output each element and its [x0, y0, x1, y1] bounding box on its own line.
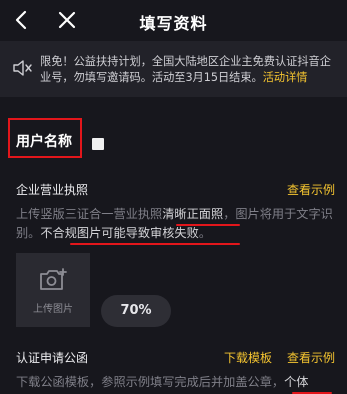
page-title: 填写资料	[139, 14, 208, 33]
letter-desc-highlight: 个体	[284, 375, 309, 389]
username-checkbox[interactable]	[92, 138, 104, 150]
notice-details-link[interactable]: 活动详情	[263, 71, 308, 84]
license-example-link[interactable]: 查看示例	[287, 181, 335, 198]
license-desc-text-end: 。	[198, 226, 211, 240]
upload-image-label: 上传图片	[33, 304, 73, 315]
letter-example-link[interactable]: 查看示例	[287, 349, 335, 366]
letter-desc-text: 下载公函模板，参照示例填写完成后并加盖公章，	[16, 375, 285, 389]
license-desc-text: 上传竖版三证合一营业执照	[16, 207, 163, 221]
add-photo-icon	[40, 268, 67, 290]
speaker-icon	[13, 60, 32, 76]
username-label: 用户名称	[16, 134, 72, 150]
upload-image-button[interactable]: 上传图片	[16, 253, 90, 327]
annotation-underline-warning	[70, 243, 240, 245]
zoom-level-badge: 70%	[101, 295, 171, 327]
annotation-underline-clear	[176, 224, 240, 226]
notice-text: 限免！公益扶持计划，全国大陆地区企业主免费认证抖音企业号，勿填写邀请码。活动至3…	[40, 54, 340, 86]
notice-banner: 限免！公益扶持计划，全国大陆地区企业主免费认证抖音企业号，勿填写邀请码。活动至3…	[0, 41, 347, 97]
license-section-title: 企业营业执照	[16, 183, 89, 197]
download-template-link[interactable]: 下载模板	[224, 349, 272, 366]
license-desc-highlight-warning: 不合规图片可能导致审核失败	[40, 226, 199, 240]
letter-description: 下载公函模板，参照示例填写完成后并加盖公章，个体	[16, 373, 346, 392]
navigation-bar: 填写资料	[0, 0, 347, 41]
license-desc-highlight-clear: 清晰正面照	[162, 207, 224, 221]
letter-section-title: 认证申请公函	[16, 351, 89, 365]
